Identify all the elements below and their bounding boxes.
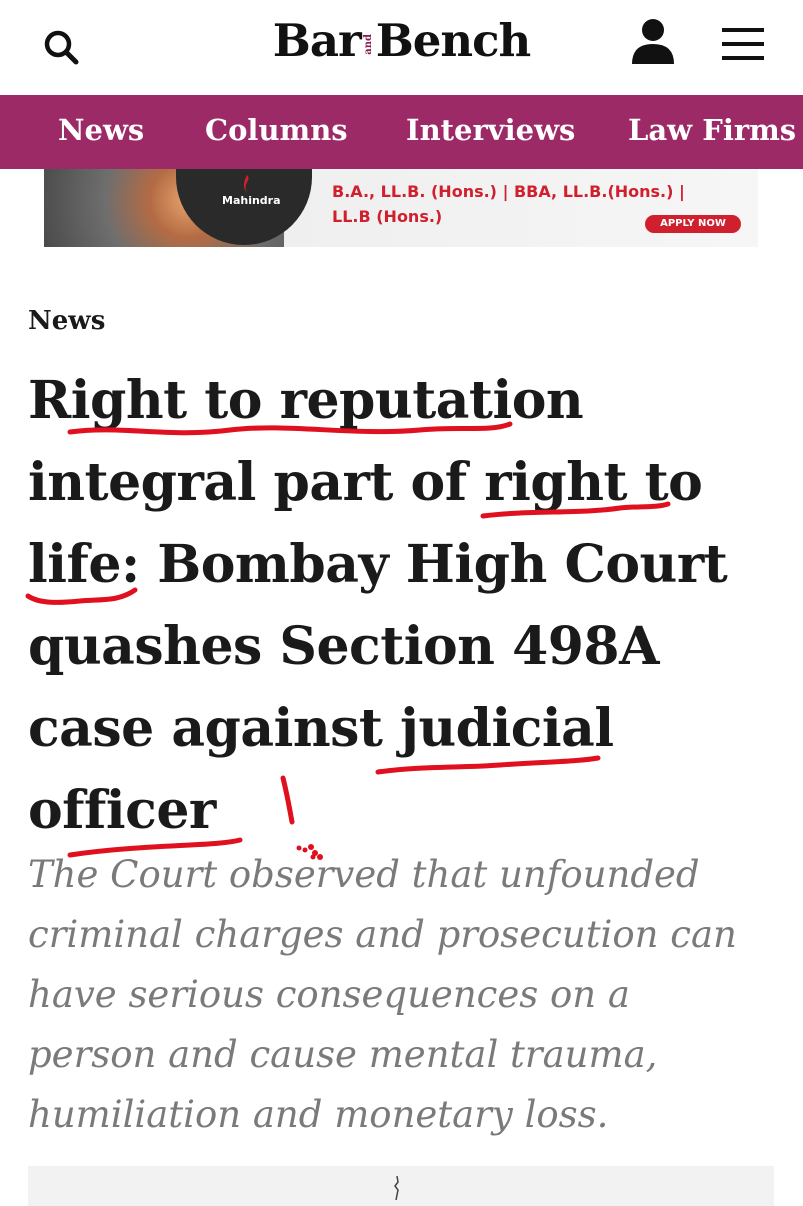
article-headline: Right to reputation integral part of rig…	[28, 370, 728, 841]
nav-item-interviews[interactable]: Interviews	[406, 113, 575, 147]
site-header: Bar andBench	[0, 0, 803, 95]
image-fragment-icon	[394, 1176, 399, 1200]
section-label[interactable]: News	[28, 306, 105, 336]
logo-and: and	[362, 34, 374, 55]
ad-brand-name: Mahindra	[222, 194, 281, 207]
ad-apply-button[interactable]: APPLY NOW	[645, 215, 741, 233]
logo-bar: Bar	[272, 14, 362, 67]
site-logo[interactable]: Bar andBench	[0, 14, 803, 67]
nav-item-law-firms[interactable]: Law Firms	[628, 113, 796, 147]
user-icon[interactable]	[628, 16, 678, 66]
ad-text: B.A., LL.B. (Hons.) | BBA, LL.B.(Hons.) …	[332, 179, 685, 229]
brand-flame-icon	[243, 175, 249, 193]
menu-icon[interactable]	[720, 24, 766, 64]
ad-line-2: LL.B (Hons.)	[332, 207, 443, 226]
nav-item-columns[interactable]: Columns	[205, 113, 348, 147]
ad-banner[interactable]: Mahindra B.A., LL.B. (Hons.) | BBA, LL.B…	[44, 169, 758, 247]
nav-item-news[interactable]: News	[58, 113, 144, 147]
ad-line-1: B.A., LL.B. (Hons.) | BBA, LL.B.(Hons.) …	[332, 182, 685, 201]
logo-bench: Bench	[375, 14, 531, 67]
article-deck: The Court observed that unfounded crimin…	[28, 853, 737, 1136]
main-nav: News Columns Interviews Law Firms	[0, 95, 803, 169]
